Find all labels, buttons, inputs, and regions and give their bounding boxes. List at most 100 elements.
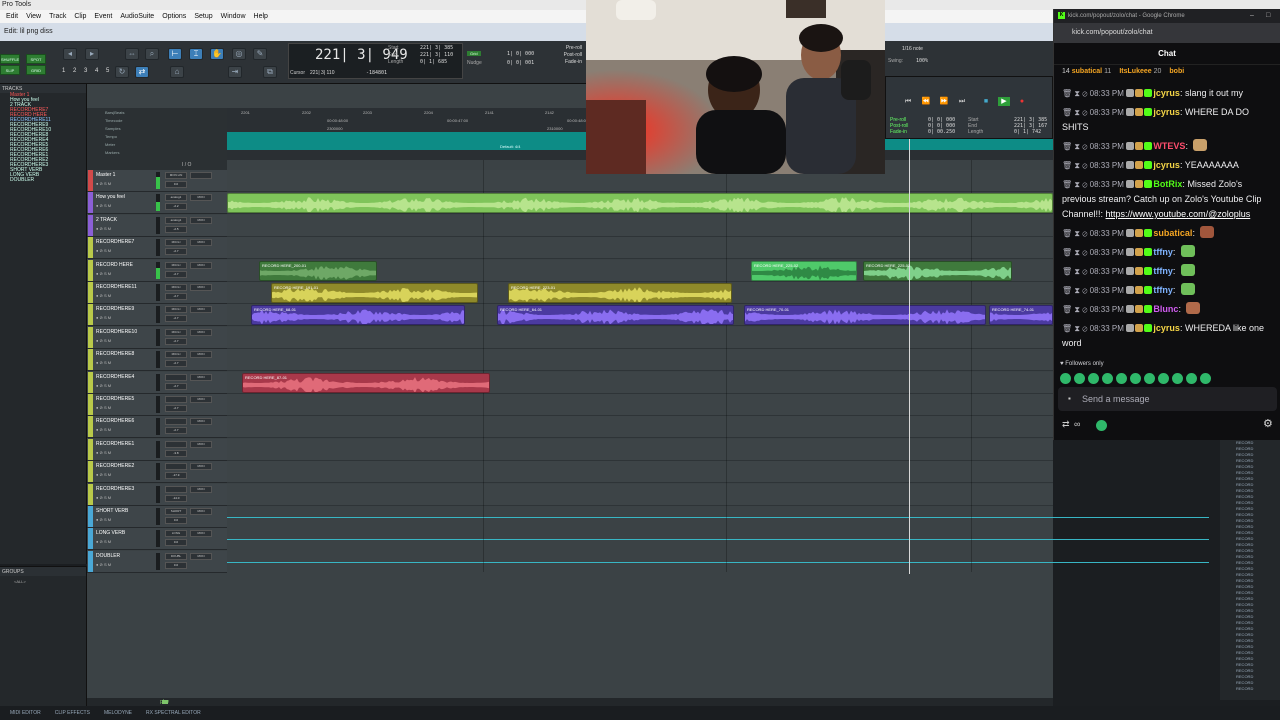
url-bar[interactable]: kick.com/popout/zolo/chat bbox=[1054, 23, 1280, 43]
quick-emote-icon[interactable] bbox=[1200, 373, 1211, 384]
track-volume-value[interactable]: -2.5 bbox=[165, 225, 187, 233]
track-header[interactable]: How you feel ● ⊘ S M analog1 -2.2 MON bbox=[87, 192, 227, 215]
top-gifters-row[interactable]: 14 subatical 11 ItsLukeee 20 bobi bbox=[1054, 65, 1280, 79]
track-input-selector[interactable]: MIC/LI bbox=[165, 261, 187, 269]
start-value[interactable]: 221| 3| 385 bbox=[420, 45, 453, 51]
scrubber-tool-icon[interactable]: ◎ bbox=[232, 48, 246, 60]
chat-message[interactable]: 🗑 ⧗ ⊘ 08:33 PM tffny: bbox=[1054, 262, 1280, 281]
menu-clip[interactable]: Clip bbox=[74, 13, 86, 20]
track-input-selector[interactable]: LONG bbox=[165, 530, 187, 538]
track-solo-mute-buttons[interactable]: ● ⊘ S M bbox=[96, 495, 111, 500]
quick-emote-icon[interactable] bbox=[1144, 373, 1155, 384]
track-header[interactable]: RECORDHERE1 ● ⊘ S M -3.8 MON bbox=[87, 438, 227, 461]
track-name[interactable]: RECORDHERE2 bbox=[96, 463, 134, 469]
audio-clip[interactable]: RECORD HERE_70-01 bbox=[744, 305, 986, 326]
track-input-selector[interactable] bbox=[165, 396, 187, 403]
track-name[interactable]: DOUBLER bbox=[96, 553, 120, 559]
shuffle-mode-button[interactable]: SHUFFLE bbox=[0, 54, 20, 64]
emote-picker-icon[interactable] bbox=[1096, 420, 1107, 431]
quick-emote-icon[interactable] bbox=[1060, 373, 1071, 384]
rewind-start-icon[interactable]: ⏮ bbox=[902, 97, 914, 106]
chat-message[interactable]: 🗑 ⧗ ⊘ 08:33 PM tffny: bbox=[1054, 243, 1280, 262]
track-lane[interactable] bbox=[227, 326, 1053, 349]
track-header[interactable]: RECORD HERE ● ⊘ S M MIC/LI -2.7 MON bbox=[87, 259, 227, 282]
track-monitor-button[interactable]: MON bbox=[190, 351, 212, 359]
track-lane[interactable] bbox=[227, 349, 1053, 372]
audio-clip[interactable]: RECORD HERE_225-02 bbox=[751, 260, 857, 281]
track-lane[interactable] bbox=[227, 438, 1053, 461]
audio-clip[interactable]: RECORD HERE_68-01 bbox=[251, 305, 465, 326]
track-monitor-button[interactable]: MON bbox=[190, 194, 212, 202]
track-monitor-button[interactable]: MON bbox=[190, 306, 212, 314]
preroll-label[interactable]: Pre-roll bbox=[556, 45, 582, 52]
note-value[interactable]: 1/16 note bbox=[902, 46, 923, 52]
track-monitor-button[interactable]: MON bbox=[190, 261, 212, 269]
chat-username[interactable]: WTEVS bbox=[1153, 141, 1185, 151]
selector-tool-icon[interactable]: ⌶ bbox=[189, 48, 203, 60]
track-solo-mute-buttons[interactable]: ● ⊘ S M bbox=[96, 248, 111, 253]
track-monitor-button[interactable]: MON bbox=[190, 284, 212, 291]
track-solo-mute-buttons[interactable]: ● ⊘ S M bbox=[96, 405, 111, 410]
track-input-selector[interactable] bbox=[165, 373, 187, 381]
track-lane[interactable] bbox=[227, 416, 1053, 439]
go-to-end-icon[interactable]: ⏭ bbox=[956, 97, 968, 106]
track-input-selector[interactable]: MIC/LI bbox=[165, 239, 187, 247]
audio-clip[interactable]: RECORD HERE_200-01 bbox=[259, 260, 377, 281]
audio-clip[interactable] bbox=[227, 193, 1053, 214]
nudge-label[interactable]: Nudge bbox=[467, 60, 482, 66]
track-input-selector[interactable]: SHORT bbox=[165, 508, 187, 515]
chat-message[interactable]: 🗑 ⧗ ⊘ 08:33 PM WTEVS: bbox=[1054, 137, 1280, 156]
magnify-icon[interactable]: ⌕ bbox=[145, 48, 159, 60]
chat-message[interactable]: 🗑 ⧗ ⊘ 08:33 PM jcyrus: WHERE DA DO SHITS bbox=[1054, 103, 1280, 137]
track-header[interactable]: 2 TRACK ● ⊘ S M analog1 -2.5 MON bbox=[87, 214, 227, 237]
fast-forward-icon[interactable]: ⏩ bbox=[938, 97, 950, 106]
track-volume-value[interactable]: -2.7 bbox=[165, 405, 187, 412]
track-solo-mute-buttons[interactable]: ● ⊘ S M bbox=[96, 383, 111, 388]
track-volume-value[interactable]: -2.7 bbox=[165, 337, 187, 345]
gifter-chip[interactable]: ItsLukeee 20 bbox=[1119, 65, 1161, 79]
gifter-chip[interactable]: 14 subatical 11 bbox=[1062, 65, 1111, 79]
grabber-tool-icon[interactable]: ✋ bbox=[210, 48, 224, 60]
track-name[interactable]: RECORDHERE11 bbox=[96, 284, 137, 290]
bottom-tab[interactable]: RX SPECTRAL EDITOR bbox=[146, 710, 201, 716]
track-name[interactable]: How you feel bbox=[96, 194, 125, 200]
track-header[interactable]: RECORDHERE3 ● ⊘ S M -14.0 MON bbox=[87, 483, 227, 506]
track-name[interactable]: RECORD HERE bbox=[96, 262, 133, 268]
track-monitor-button[interactable]: MON bbox=[190, 440, 212, 448]
horizontal-scrollbar[interactable] bbox=[87, 698, 1053, 706]
track-monitor-button[interactable]: MON bbox=[190, 373, 212, 381]
transport-length-value[interactable]: 0| 1| 742 bbox=[1014, 129, 1041, 135]
chat-message-link[interactable]: https://www.youtube.com/@zoloplus bbox=[1106, 209, 1251, 219]
maximize-icon[interactable]: □ bbox=[1266, 9, 1270, 23]
track-volume-value[interactable]: -2.7 bbox=[165, 293, 187, 300]
menu-edit[interactable]: Edit bbox=[6, 13, 18, 20]
track-monitor-button[interactable] bbox=[190, 172, 212, 179]
track-lane[interactable] bbox=[227, 214, 1053, 237]
quick-emote-icon[interactable] bbox=[1116, 373, 1127, 384]
chat-message[interactable]: 🗑 ⧗ ⊘ 08:33 PM jcyrus: YEAAAAAAA bbox=[1054, 156, 1280, 175]
quick-emote-icon[interactable] bbox=[1172, 373, 1183, 384]
chat-username[interactable]: jcyrus bbox=[1153, 323, 1180, 333]
track-monitor-button[interactable]: MON bbox=[190, 463, 212, 471]
quick-emote-icon[interactable] bbox=[1158, 373, 1169, 384]
track-solo-mute-buttons[interactable]: ● ⊘ S M bbox=[96, 338, 111, 343]
track-header[interactable]: LONG VERB ● ⊘ S M LONG 0.0 MON bbox=[87, 528, 227, 551]
chat-username[interactable]: subatical bbox=[1153, 228, 1192, 238]
chat-username[interactable]: BotRix bbox=[1153, 179, 1182, 189]
track-monitor-button[interactable]: MON bbox=[190, 328, 212, 336]
quick-emote-icon[interactable] bbox=[1074, 373, 1085, 384]
bottom-tab[interactable]: MELODYNE bbox=[104, 710, 132, 716]
track-volume-value[interactable]: -2.2 bbox=[165, 203, 187, 211]
audio-clip[interactable]: RECORD HERE_225-03 bbox=[863, 260, 1012, 281]
track-header[interactable]: Master 1 ● ⊘ S M MON LIN 0.0 bbox=[87, 170, 227, 192]
track-monitor-button[interactable]: MON bbox=[190, 485, 212, 493]
play-icon[interactable]: ▶ bbox=[998, 97, 1010, 106]
track-input-selector[interactable]: MIC/LI bbox=[165, 284, 187, 291]
chat-username[interactable]: Blunc bbox=[1153, 304, 1178, 314]
track-solo-mute-buttons[interactable]: ● ⊘ S M bbox=[96, 539, 111, 544]
track-solo-mute-buttons[interactable]: ● ⊘ S M bbox=[96, 226, 111, 231]
track-name[interactable]: SHORT VERB bbox=[96, 508, 128, 514]
track-solo-mute-buttons[interactable]: ● ⊘ S M bbox=[96, 271, 111, 276]
track-monitor-button[interactable]: MON bbox=[190, 552, 212, 560]
audio-clip[interactable]: RECORD HERE_87-01 bbox=[242, 372, 490, 393]
